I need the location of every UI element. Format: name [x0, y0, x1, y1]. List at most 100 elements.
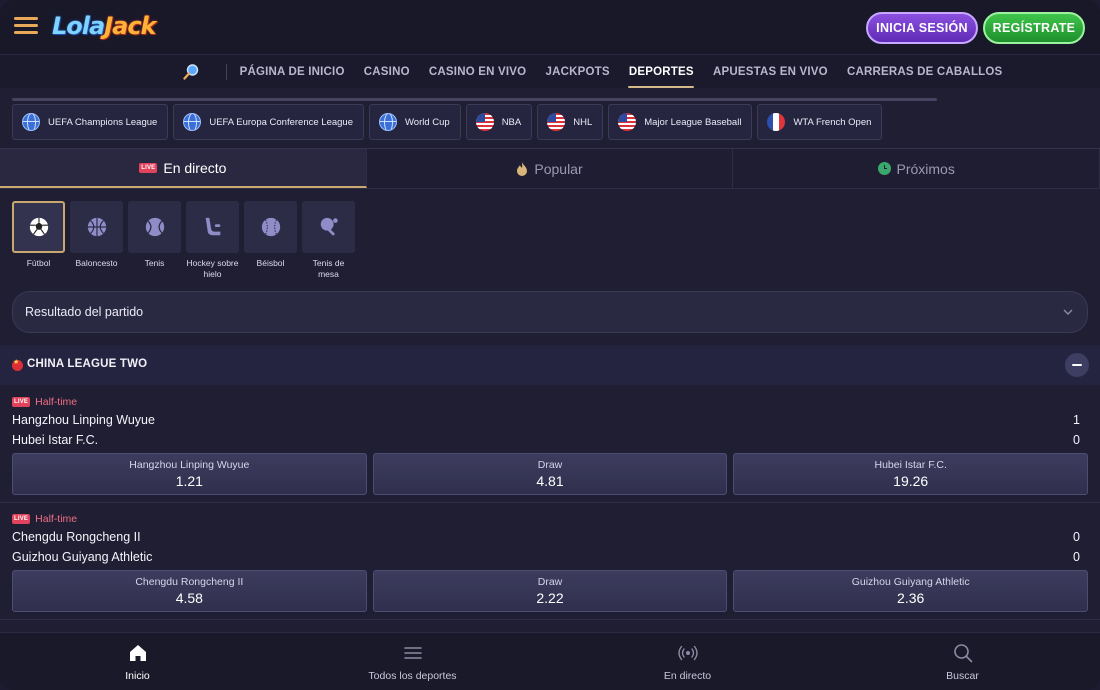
- sport-hockey-sobre-hielo[interactable]: Hockey sobre hielo: [186, 201, 239, 280]
- event-row: LIVE Half-time Hangzhou Linping Wuyue Hubei…: [0, 386, 1100, 503]
- nav-item-deportes[interactable]: DEPORTES: [619, 55, 703, 89]
- league-chip-wta-french-open[interactable]: WTA French Open: [757, 104, 883, 140]
- nav-item-carreras-de-caballos[interactable]: CARRERAS DE CABALLOS: [837, 55, 1012, 89]
- bottom-nav-inicio[interactable]: Inicio: [0, 633, 275, 690]
- bottom-nav-en-directo[interactable]: En directo: [550, 633, 825, 690]
- main-nav: PÁGINA DE INICIO CASINO CASINO EN VIVO JACK…: [0, 54, 1100, 88]
- sport-selector: Fútbol Baloncesto Tenis Hockey sobre hielo B…: [12, 201, 355, 280]
- live-badge: LIVE: [12, 514, 31, 524]
- odds-button-home[interactable]: Hangzhou Linping Wuyue 1.21: [12, 453, 367, 495]
- basketball-icon: [86, 216, 108, 238]
- odds-value: 4.81: [536, 472, 564, 489]
- event-status-text: Half-time: [35, 396, 78, 408]
- home-score: 1: [1073, 413, 1080, 427]
- nav-item-casino-en-vivo[interactable]: CASINO EN VIVO: [419, 55, 536, 89]
- china-flag-icon: [12, 358, 23, 371]
- sport-tile[interactable]: [128, 201, 181, 253]
- register-button[interactable]: REGÍSTRATE: [983, 12, 1085, 44]
- tab-live-label: En directo: [163, 159, 227, 176]
- odds-button-draw[interactable]: Draw 2.22: [372, 570, 728, 612]
- sport-tile[interactable]: [302, 201, 355, 253]
- sport-tenis[interactable]: Tenis: [128, 201, 181, 280]
- live-badge: LIVE: [139, 162, 158, 173]
- league-chip-label: UEFA Europa Conference League: [209, 116, 353, 128]
- globe-icon: [183, 113, 202, 131]
- logo-part-lola: Lola: [52, 12, 105, 40]
- odds-label: Draw: [537, 575, 563, 588]
- bottom-nav-todos-los-deportes[interactable]: Todos los deportes: [275, 633, 550, 690]
- nav-item-apuestas-en-vivo[interactable]: APUESTAS EN VIVO: [703, 55, 837, 89]
- sport-tile[interactable]: [186, 201, 239, 253]
- odds-button-draw[interactable]: Draw 4.81: [372, 453, 728, 495]
- menu-icon[interactable]: [14, 16, 38, 36]
- odds-button-home[interactable]: Chengdu Rongcheng II 4.58: [12, 570, 367, 612]
- bottom-nav-buscar[interactable]: Buscar: [825, 633, 1100, 690]
- clock-icon: [877, 162, 891, 175]
- sport-futbol[interactable]: Fútbol: [12, 201, 65, 280]
- globe-icon: [22, 113, 40, 131]
- globe-icon: [378, 113, 397, 131]
- sport-tile[interactable]: [244, 201, 297, 253]
- login-button[interactable]: INICIA SESIÓN: [866, 12, 978, 44]
- tab-popular[interactable]: Popular: [367, 149, 734, 188]
- event-status: LIVE Half-time: [12, 513, 77, 525]
- broadcast-icon: [677, 642, 699, 664]
- league-chip-uefa-europa-conference-league[interactable]: UEFA Europa Conference League: [173, 104, 364, 140]
- odds-button-away[interactable]: Guizhou Guiyang Athletic 2.36: [733, 570, 1089, 612]
- league-chip-label: Major League Baseball: [644, 116, 742, 128]
- odds-value: 1.21: [175, 472, 203, 489]
- market-dropdown[interactable]: Resultado del partido: [12, 291, 1088, 333]
- hockey-stick-icon: [202, 216, 224, 238]
- sport-label: Tenis de mesa: [312, 258, 345, 279]
- odds-row: Chengdu Rongcheng II 4.58 Draw 2.22 Guizhou …: [12, 570, 1089, 612]
- sport-tile[interactable]: [70, 201, 123, 253]
- sport-beisbol[interactable]: Béisbol: [244, 201, 297, 280]
- home-score: 0: [1073, 530, 1080, 544]
- search-icon: [952, 642, 974, 664]
- odds-button-away[interactable]: Hubei Istar F.C. 19.26: [733, 453, 1089, 495]
- sport-label: Hockey sobre hielo: [186, 258, 239, 279]
- search-icon[interactable]: [182, 63, 200, 81]
- tab-popular-label: Popular: [534, 160, 583, 177]
- horizontal-scrollbar[interactable]: [12, 98, 937, 101]
- league-chip-major-league-baseball[interactable]: Major League Baseball: [608, 104, 753, 140]
- odds-value: 4.58: [175, 589, 203, 606]
- live-badge: LIVE: [12, 397, 31, 407]
- league-chip-label: WTA French Open: [793, 116, 872, 128]
- logo[interactable]: LolaJack: [52, 12, 157, 44]
- sport-tenis-de-mesa[interactable]: Tenis de mesa: [302, 201, 355, 280]
- collapse-button[interactable]: [1065, 353, 1089, 377]
- home-icon: [127, 642, 149, 664]
- sport-baloncesto[interactable]: Baloncesto: [70, 201, 123, 280]
- sport-tile[interactable]: [12, 201, 65, 253]
- nav-item-casino[interactable]: CASINO: [354, 55, 419, 89]
- us-flag-icon: [547, 113, 566, 131]
- bottom-nav-label: Todos los deportes: [368, 669, 457, 682]
- league-chip-uefa-champions-league[interactable]: UEFA Champions League: [12, 104, 169, 140]
- bottom-nav-label: Inicio: [125, 669, 150, 682]
- top-bar: LolaJack INICIA SESIÓN REGÍSTRATE: [0, 0, 1100, 54]
- soccer-ball-icon: [28, 216, 50, 238]
- nav-item-pagina-de-inicio[interactable]: PÁGINA DE INICIO: [230, 55, 354, 89]
- nav-item-jackpots[interactable]: JACKPOTS: [536, 55, 619, 89]
- league-chips: UEFA Champions League UEFA Europa Confere…: [12, 104, 883, 140]
- tennis-ball-icon: [144, 216, 166, 238]
- tab-upcoming[interactable]: Próximos: [733, 149, 1100, 188]
- sport-label: Béisbol: [256, 258, 285, 268]
- odds-value: 2.22: [536, 589, 564, 606]
- league-chip-nhl[interactable]: NHL: [537, 104, 604, 140]
- league-name: CHINA LEAGUE TWO: [27, 358, 148, 370]
- league-chip-world-cup[interactable]: World Cup: [368, 104, 461, 140]
- nav-divider: [226, 64, 227, 80]
- odds-label: Chengdu Rongcheng II: [135, 575, 244, 588]
- sport-label: Baloncesto: [75, 258, 118, 268]
- league-header[interactable]: CHINA LEAGUE TWO: [0, 345, 1100, 385]
- sport-label: Tenis: [144, 258, 165, 268]
- away-score: 0: [1073, 550, 1080, 564]
- league-chip-label: World Cup: [404, 116, 450, 128]
- league-chip-nba[interactable]: NBA: [465, 104, 533, 140]
- odds-label: Hubei Istar F.C.: [874, 458, 947, 471]
- tab-live[interactable]: LIVE En directo: [0, 149, 367, 188]
- event-status-text: Half-time: [35, 513, 78, 525]
- league-chip-label: NHL: [573, 116, 593, 128]
